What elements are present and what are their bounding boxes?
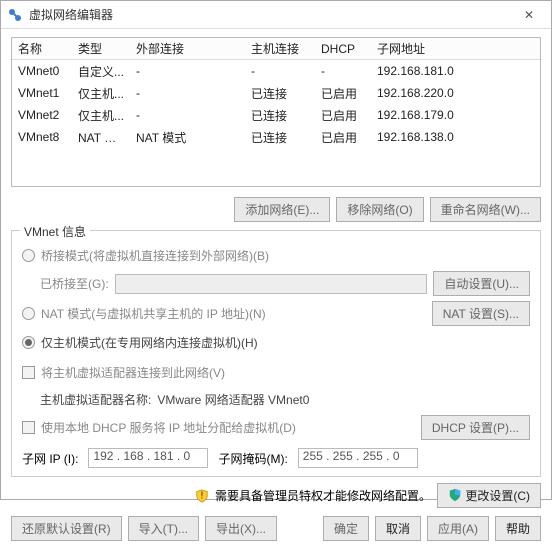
bridge-label: 桥接模式(将虚拟机直接连接到外部网络)(B) [41,247,269,264]
cell-type: NAT 模式 [72,129,130,146]
close-icon[interactable]: ✕ [513,4,545,26]
bridge-radio[interactable] [22,249,35,262]
table-row[interactable]: VMnet8NAT 模式NAT 模式已连接已启用192.168.138.0 [12,126,540,148]
ok-button[interactable]: 确定 [323,516,369,541]
import-button[interactable]: 导入(T)... [128,516,199,541]
apply-button[interactable]: 应用(A) [427,516,489,541]
titlebar: 虚拟网络编辑器 ✕ [1,1,551,29]
cancel-button[interactable]: 取消 [375,516,421,541]
admin-message: 需要具备管理员特权才能修改网络配置。 [215,487,431,504]
cell-dhcp: 已启用 [315,107,371,124]
cell-name: VMnet2 [12,108,72,122]
cell-host: 已连接 [245,107,315,124]
dhcp-settings-button[interactable]: DHCP 设置(P)... [421,415,530,440]
nat-settings-button[interactable]: NAT 设置(S)... [432,301,530,326]
table-row[interactable]: VMnet1仅主机...-已连接已启用192.168.220.0 [12,82,540,104]
network-table: 名称 类型 外部连接 主机连接 DHCP 子网地址 VMnet0自定义...--… [11,37,541,187]
app-icon [7,7,23,23]
cell-ext: NAT 模式 [130,129,245,146]
rename-network-button[interactable]: 重命名网络(W)... [430,197,541,222]
cell-ext: - [130,86,245,100]
cell-subnet: 192.168.138.0 [371,130,540,144]
adapter-name-label: 主机虚拟适配器名称: [40,391,151,408]
adapter-name-value: VMware 网络适配器 VMnet0 [157,391,309,408]
svg-text:!: ! [201,489,204,501]
cell-host: - [245,64,315,78]
dhcp-checkbox[interactable] [22,421,35,434]
subnet-ip-input[interactable]: 192 . 168 . 181 . 0 [88,448,208,468]
cell-name: VMnet8 [12,130,72,144]
table-row[interactable]: VMnet0自定义...---192.168.181.0 [12,60,540,82]
nat-label: NAT 模式(与虚拟机共享主机的 IP 地址)(N) [41,305,266,322]
window-title: 虚拟网络编辑器 [29,6,513,23]
cell-subnet: 192.168.179.0 [371,108,540,122]
table-row[interactable]: VMnet2仅主机...-已连接已启用192.168.179.0 [12,104,540,126]
cell-subnet: 192.168.220.0 [371,86,540,100]
cell-type: 自定义... [72,63,130,80]
connect-host-label: 将主机虚拟适配器连接到此网络(V) [41,364,225,381]
warning-shield-icon: ! [195,489,209,503]
vmnet-info-group: VMnet 信息 桥接模式(将虚拟机直接连接到外部网络)(B) 已桥接至(G):… [11,230,541,477]
restore-defaults-button[interactable]: 还原默认设置(R) [11,516,122,541]
col-dhcp[interactable]: DHCP [315,42,371,56]
remove-network-button[interactable]: 移除网络(O) [336,197,423,222]
subnet-mask-label: 子网掩码(M): [218,450,287,467]
cell-subnet: 192.168.181.0 [371,64,540,78]
cell-dhcp: 已启用 [315,129,371,146]
col-external[interactable]: 外部连接 [130,40,245,57]
help-button[interactable]: 帮助 [495,516,541,541]
connect-host-checkbox[interactable] [22,366,35,379]
bridge-to-label: 已桥接至(G): [40,275,109,292]
cell-name: VMnet0 [12,64,72,78]
col-type[interactable]: 类型 [72,40,130,57]
auto-settings-button[interactable]: 自动设置(U)... [433,271,530,296]
nat-radio[interactable] [22,307,35,320]
change-settings-button[interactable]: 更改设置(C) [437,483,541,508]
col-subnet[interactable]: 子网地址 [371,40,540,57]
cell-ext: - [130,64,245,78]
hostonly-label: 仅主机模式(在专用网络内连接虚拟机)(H) [41,334,258,351]
cell-host: 已连接 [245,85,315,102]
subnet-ip-label: 子网 IP (I): [22,450,78,467]
cell-type: 仅主机... [72,107,130,124]
group-legend: VMnet 信息 [20,223,90,240]
bridge-to-select[interactable] [115,274,428,294]
add-network-button[interactable]: 添加网络(E)... [234,197,330,222]
cell-name: VMnet1 [12,86,72,100]
cell-dhcp: - [315,64,371,78]
cell-type: 仅主机... [72,85,130,102]
table-header: 名称 类型 外部连接 主机连接 DHCP 子网地址 [12,38,540,60]
export-button[interactable]: 导出(X)... [205,516,277,541]
hostonly-radio[interactable] [22,336,35,349]
cell-host: 已连接 [245,129,315,146]
cell-ext: - [130,108,245,122]
col-name[interactable]: 名称 [12,40,72,57]
subnet-mask-input[interactable]: 255 . 255 . 255 . 0 [298,448,418,468]
cell-dhcp: 已启用 [315,85,371,102]
dhcp-label: 使用本地 DHCP 服务将 IP 地址分配给虚拟机(D) [41,419,296,436]
col-host[interactable]: 主机连接 [245,40,315,57]
